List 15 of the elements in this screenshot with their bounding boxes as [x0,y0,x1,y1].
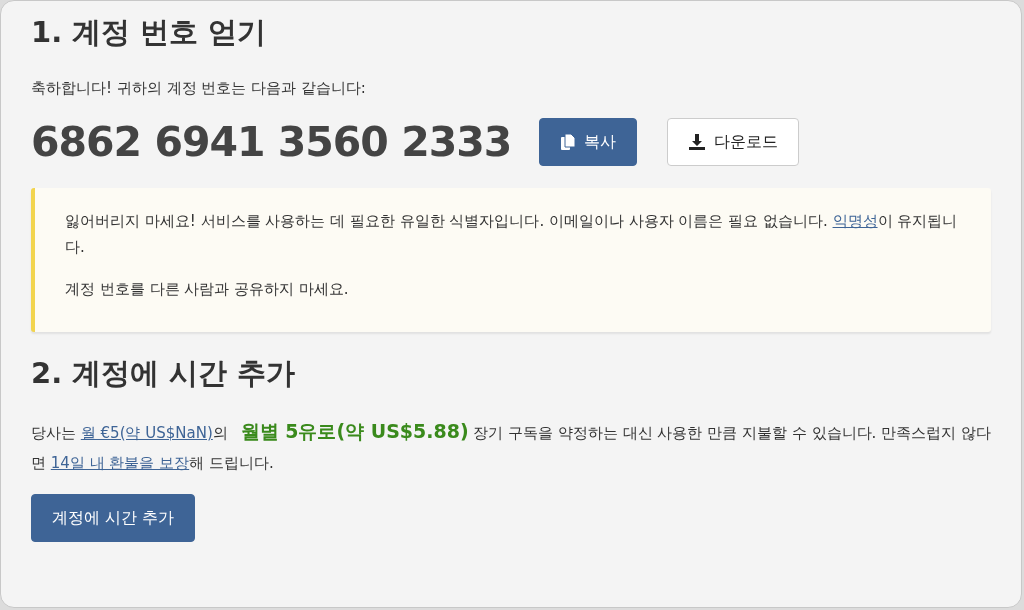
section-heading: 2. 계정에 시간 추가 [31,355,297,392]
add-time-button[interactable]: 계정에 시간 추가 [31,494,196,542]
section-heading: 1. 계정 번호 얻기 [31,14,268,51]
pricing-text: 당사는 월 €5(약 US$NaN)의 월별 5유로(약 US$5.88) 장기 구독을 약정하는 대신 사용한 만큼 지불할 수 있습니다. 만족스럽지 않다면 14일 내 환불을 보장해 드립니다. [31,419,991,474]
text-link[interactable]: 월 €5(약 US$NaN) [80,424,213,442]
copy-button[interactable]: 복사 [539,118,638,166]
notice-text: 계정 번호를 다른 사람과 공유하지 마세요. [65,279,350,300]
intro-text: 축하합니다! 귀하의 계정 번호는 다음과 같습니다: [31,79,367,98]
download-icon [688,133,707,151]
account-number: 6862 6941 3560 2333 [31,118,512,166]
copy-icon [560,133,577,151]
text-link[interactable]: 익명성 [832,212,878,230]
notice-text: 잃어버리지 마세요! 서비스를 사용하는 데 필요한 유일한 식별자입니다. 이메일이나 사용자 이름은 필요 없습니다. 익명성이 유지됩니다. [65,211,959,258]
download-button[interactable]: 다운로드 [667,118,800,166]
text-link[interactable]: 14일 내 환불을 보장 [50,454,190,472]
